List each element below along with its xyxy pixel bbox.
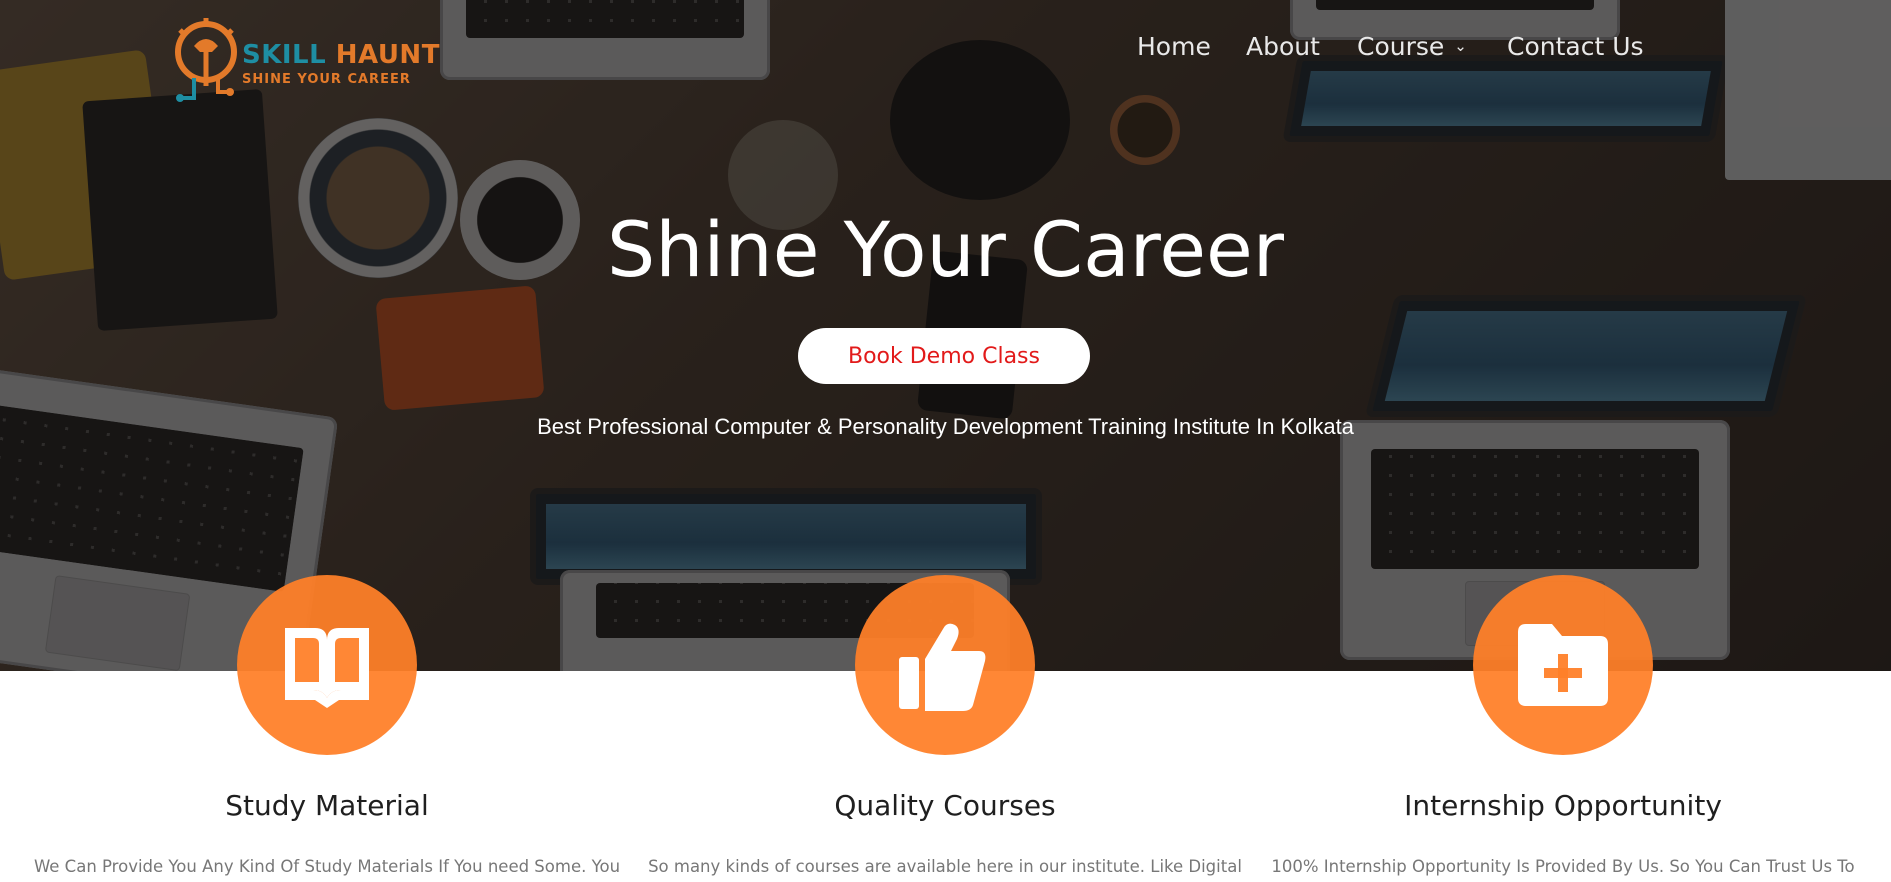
book-demo-button[interactable]: Book Demo Class	[798, 328, 1090, 384]
feature-title: Quality Courses	[834, 789, 1056, 822]
thumbs-up-icon	[899, 623, 986, 711]
brand-tagline: SHINE YOUR CAREER	[242, 72, 411, 87]
nav-item-course[interactable]: Course ⌄	[1357, 32, 1467, 61]
feature-title: Internship Opportunity	[1404, 789, 1722, 822]
site-logo[interactable]: SKILL HAUNT SHINE YOUR CAREER	[172, 16, 442, 114]
feature-icon-circle	[237, 575, 417, 755]
folder-plus-icon	[1518, 624, 1608, 706]
feature-text: So many kinds of courses are available h…	[648, 857, 1242, 876]
hero-subtitle: Best Professional Computer & Personality…	[537, 414, 1354, 439]
nav-item-contact[interactable]: Contact Us	[1507, 32, 1644, 61]
chevron-down-icon: ⌄	[1454, 37, 1467, 55]
brand-name: SKILL HAUNT	[242, 40, 440, 70]
bulb-gear-logo-icon	[175, 18, 237, 102]
feature-icon-circle	[855, 575, 1035, 755]
feature-icon-circle	[1473, 575, 1653, 755]
feature-title: Study Material	[225, 789, 429, 822]
feature-text: We Can Provide You Any Kind Of Study Mat…	[33, 857, 621, 876]
nav-item-about[interactable]: About	[1246, 32, 1320, 61]
hero-title: Shine Your Career	[607, 205, 1284, 294]
nav-item-home[interactable]: Home	[1137, 32, 1211, 61]
feature-text: 100% Internship Opportunity Is Provided …	[1271, 857, 1855, 876]
open-book-icon	[285, 628, 369, 708]
